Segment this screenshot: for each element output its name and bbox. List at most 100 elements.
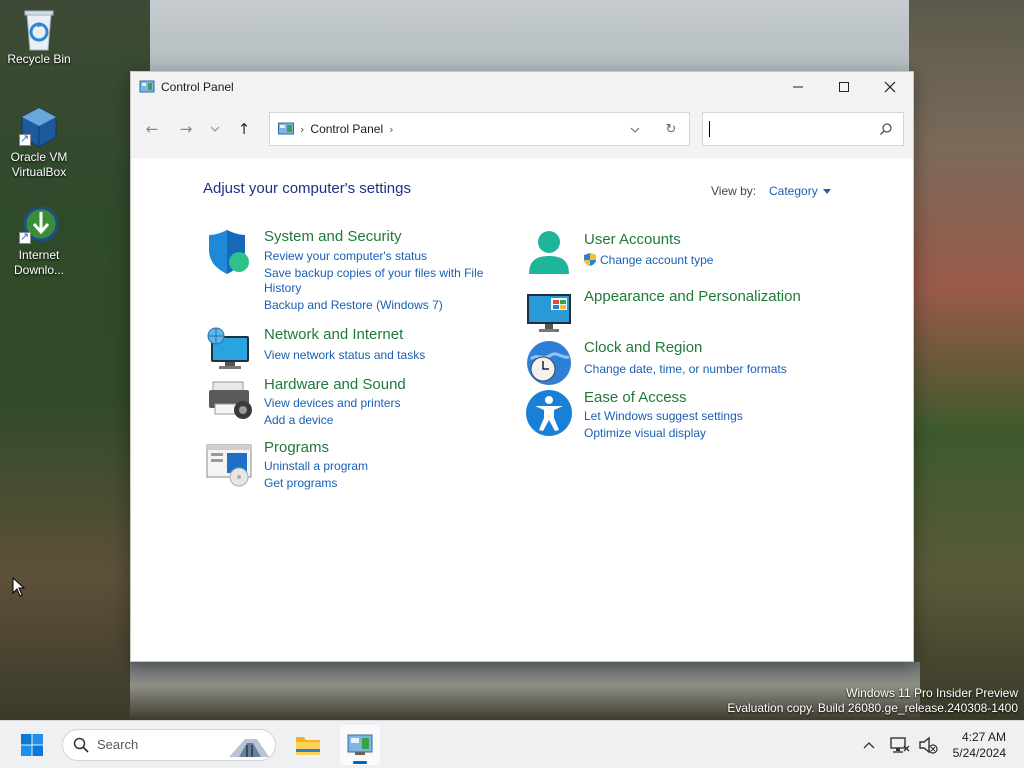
clock-globe-icon [527, 341, 571, 385]
back-button[interactable]: ← [135, 114, 169, 144]
forward-button[interactable]: → [169, 114, 203, 144]
category-title[interactable]: Appearance and Personalization [584, 288, 801, 305]
volume-muted-icon[interactable] [917, 734, 939, 756]
evaluation-watermark: Windows 11 Pro Insider Preview Evaluatio… [727, 686, 1018, 716]
wallpaper-right [909, 0, 1024, 720]
view-by-dropdown[interactable]: Category [769, 184, 831, 198]
title-bar[interactable]: Control Panel [131, 72, 913, 101]
close-icon [884, 81, 896, 92]
show-hidden-icons-button[interactable] [863, 738, 875, 752]
recycle-bin-icon [19, 8, 59, 51]
minimize-button[interactable] [775, 72, 821, 101]
taskbar: Search 4:27 AM 5/24/2024 [0, 720, 1024, 768]
uac-shield-icon [584, 253, 596, 266]
link-optimize-visual-display[interactable]: Optimize visual display [584, 426, 706, 441]
printer-icon [209, 381, 252, 419]
folder-icon [296, 736, 320, 755]
user-account-icon [529, 231, 569, 274]
close-button[interactable] [867, 72, 913, 101]
breadcrumb-chevron-icon: › [300, 122, 305, 136]
desktop-icon-virtualbox[interactable]: Oracle VM VirtualBox [4, 106, 74, 180]
refresh-button[interactable]: ↻ [653, 122, 689, 137]
category-title[interactable]: Network and Internet [264, 326, 403, 343]
desktop-icon-label: Internet Downlo... [13, 248, 65, 277]
desktop-icon-label: Oracle VM VirtualBox [10, 150, 68, 179]
taskbar-clock[interactable]: 4:27 AM 5/24/2024 [953, 729, 1006, 761]
taskbar-search-label: Search [97, 737, 139, 752]
address-history-button[interactable] [617, 122, 653, 137]
watermark-line-2: Evaluation copy. Build 26080.ge_release.… [727, 701, 1018, 715]
system-tray: 4:27 AM 5/24/2024 [863, 729, 1024, 761]
link-add-device[interactable]: Add a device [264, 413, 333, 428]
search-highlight-icon [229, 738, 269, 757]
refresh-icon: ↻ [665, 121, 677, 137]
control-panel-icon [139, 80, 155, 92]
caret-down-icon [822, 189, 831, 195]
search-box[interactable] [702, 112, 904, 146]
desktop-icon-internet-download[interactable]: Internet Downlo... [4, 204, 74, 278]
watermark-line-1: Windows 11 Pro Insider Preview [846, 686, 1018, 700]
start-button[interactable] [10, 723, 54, 767]
window-title: Control Panel [161, 79, 234, 94]
recent-locations-button[interactable] [203, 114, 227, 144]
page-title: Adjust your computer's settings [203, 180, 411, 197]
programs-icon [206, 444, 252, 487]
desktop-icon-label: Recycle Bin [7, 52, 71, 66]
clock-date: 5/24/2024 [952, 745, 1006, 760]
shortcut-arrow-icon [19, 230, 31, 245]
network-icon[interactable] [889, 734, 911, 756]
breadcrumb-control-panel[interactable]: Control Panel [310, 122, 383, 136]
link-suggest-settings[interactable]: Let Windows suggest settings [584, 409, 743, 424]
windows-logo-icon [21, 733, 43, 756]
internet-download-manager-icon [19, 204, 59, 245]
link-change-account-type[interactable]: Change account type [600, 253, 713, 268]
link-devices-printers[interactable]: View devices and printers [264, 396, 401, 411]
link-review-status[interactable]: Review your computer's status [264, 249, 427, 264]
clock-time: 4:27 AM [961, 729, 1006, 744]
desktop-icon-recycle-bin[interactable]: Recycle Bin [4, 8, 74, 67]
taskbar-search[interactable]: Search [62, 728, 276, 761]
link-get-programs[interactable]: Get programs [264, 476, 337, 491]
view-by-value: Category [769, 184, 818, 198]
control-panel-window: Control Panel ← → ↑ › Control Panel › ↻ … [130, 71, 914, 662]
taskbar-file-explorer[interactable] [288, 725, 328, 765]
up-button[interactable]: ↑ [227, 114, 261, 144]
minimize-icon [793, 86, 803, 87]
category-title[interactable]: Programs [264, 439, 329, 456]
search-icon [73, 737, 89, 753]
arrow-right-icon: → [179, 120, 193, 138]
content-area: Adjust your computer's settings View by:… [131, 158, 913, 661]
link-backup-restore[interactable]: Backup and Restore (Windows 7) [264, 298, 443, 313]
maximize-icon [839, 81, 849, 92]
maximize-button[interactable] [821, 72, 867, 101]
breadcrumb-chevron-icon[interactable]: › [389, 123, 393, 136]
address-bar[interactable]: › Control Panel › ↻ [269, 112, 690, 146]
category-title[interactable]: System and Security [264, 228, 402, 245]
search-input[interactable] [709, 121, 879, 137]
arrow-up-icon: ↑ [237, 120, 251, 138]
category-title[interactable]: User Accounts [584, 231, 681, 248]
category-title[interactable]: Clock and Region [584, 339, 702, 356]
security-shield-icon [209, 230, 249, 274]
category-title[interactable]: Hardware and Sound [264, 376, 406, 393]
navigation-bar: ← → ↑ › Control Panel › ↻ [131, 101, 913, 158]
wallpaper-sky [130, 0, 915, 72]
chevron-down-icon [210, 126, 220, 132]
chevron-down-icon [630, 127, 640, 133]
control-panel-icon [278, 122, 294, 135]
chevron-up-icon [863, 741, 875, 748]
appearance-icon [527, 294, 571, 332]
taskbar-control-panel[interactable] [340, 724, 380, 765]
control-panel-icon [347, 734, 373, 755]
mouse-cursor-icon [12, 577, 26, 597]
category-title[interactable]: Ease of Access [584, 389, 687, 406]
network-globe-icon [207, 327, 249, 369]
link-save-backup[interactable]: Save backup copies of your files with Fi… [264, 266, 483, 281]
view-by-label: View by: [711, 184, 757, 198]
link-save-backup-continued[interactable]: History [264, 281, 301, 296]
link-network-status[interactable]: View network status and tasks [264, 348, 425, 363]
shortcut-arrow-icon [19, 132, 31, 147]
virtualbox-icon [19, 106, 59, 148]
link-uninstall-program[interactable]: Uninstall a program [264, 459, 368, 474]
link-change-date-time-formats[interactable]: Change date, time, or number formats [584, 362, 787, 377]
